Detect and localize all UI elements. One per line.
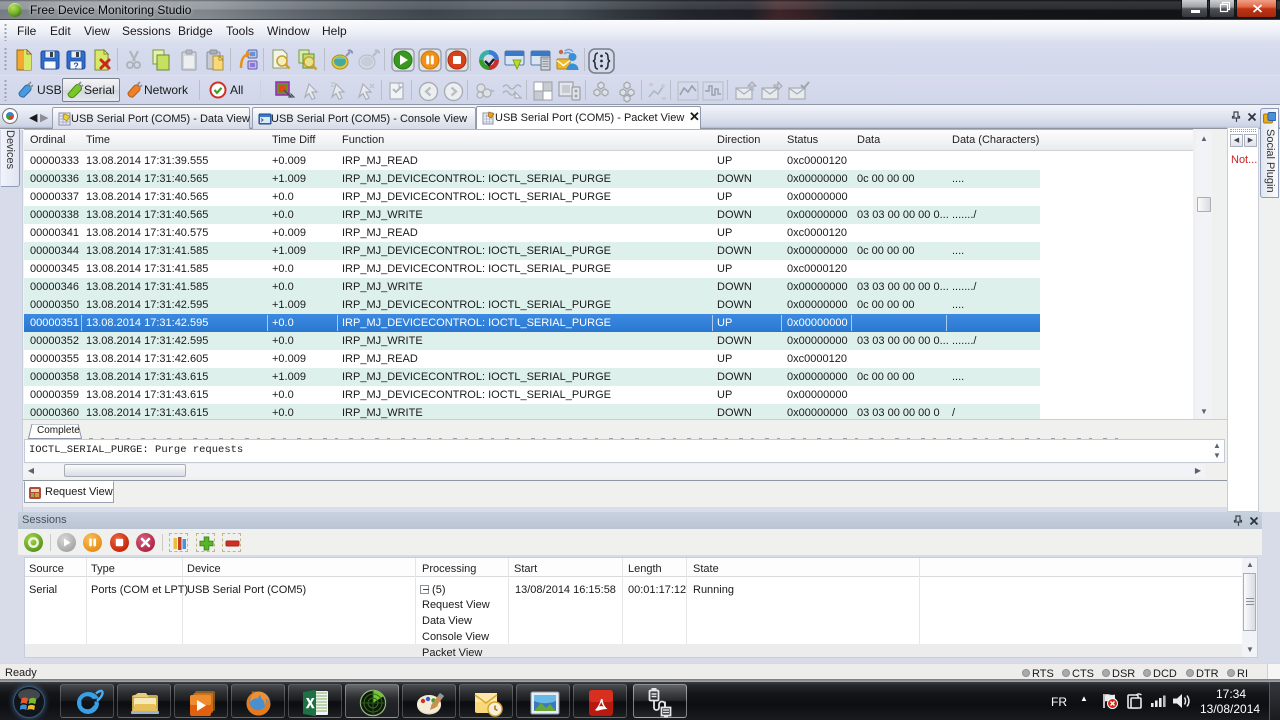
svg-text:?: ?	[73, 61, 79, 71]
